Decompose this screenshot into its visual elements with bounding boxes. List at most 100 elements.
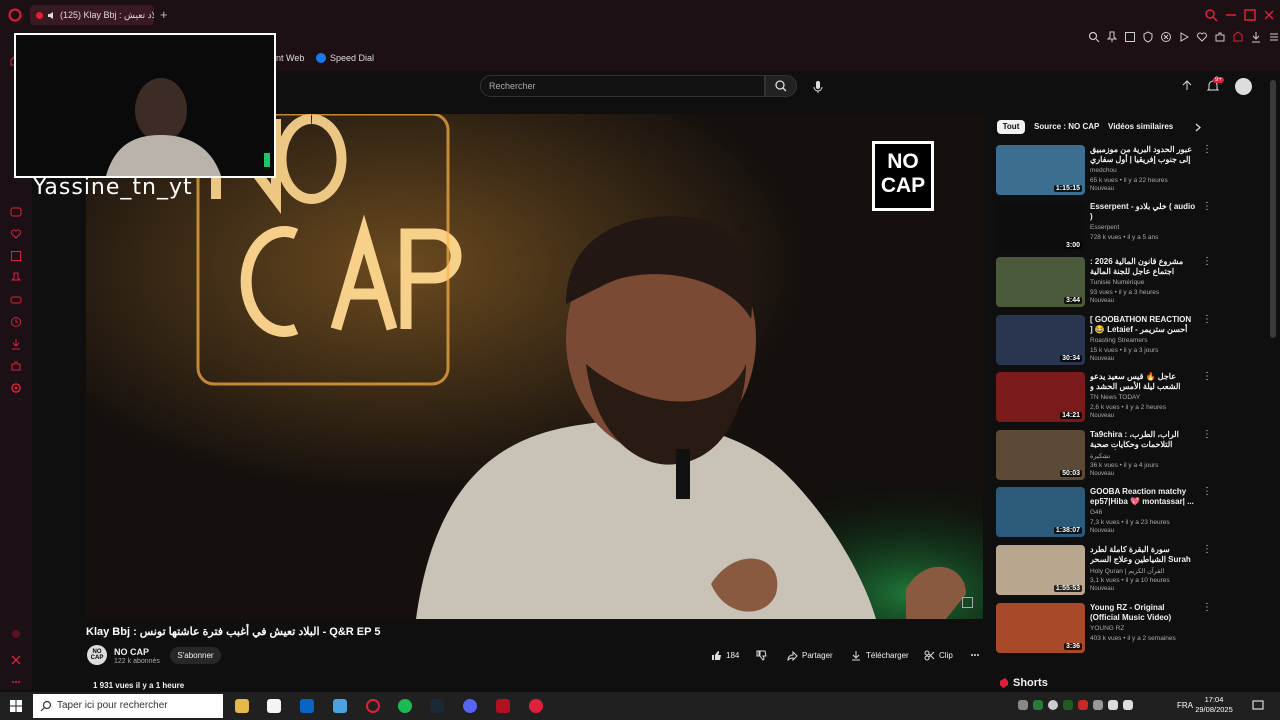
channel-name[interactable]: NO CAP	[114, 647, 149, 657]
more-vertical-icon[interactable]: ⋮	[1202, 202, 1212, 216]
browser-tab[interactable]: (125) Klay Bbj : البلاد تعيش	[30, 5, 154, 25]
opera-taskbar-icon[interactable]	[366, 699, 380, 713]
recommendation-channel[interactable]: medchou	[1090, 167, 1117, 174]
close-circle-icon[interactable]	[1160, 31, 1172, 43]
chip-source[interactable]: Source : NO CAP	[1034, 120, 1099, 134]
play-icon[interactable]	[1178, 31, 1190, 43]
recommendation-channel[interactable]: G46	[1090, 509, 1102, 516]
ms-store-icon[interactable]	[267, 699, 281, 713]
heart-sidebar-icon[interactable]	[10, 228, 22, 240]
settings-icon[interactable]	[10, 382, 22, 394]
language-indicator[interactable]: FRA	[1177, 701, 1193, 710]
video-player[interactable]	[86, 114, 983, 619]
more-vertical-icon[interactable]: ⋮	[1202, 315, 1212, 329]
recommendation-title[interactable]: عبور الحدود البرية من موزمبيق إلى جنوب إ…	[1090, 145, 1196, 165]
recommendation-item[interactable]: 1:38:07 GOOBA Reaction matchy ep57|Hiba 💖…	[996, 487, 1212, 541]
mic-muted-icon[interactable]	[1078, 700, 1088, 710]
recommendation-item[interactable]: 14:21 عاجل 🔥 قيس سعيد يدعو الشعب ليلة الأ…	[996, 372, 1212, 426]
more-sidebar-icon[interactable]	[10, 676, 22, 688]
dislike-button[interactable]	[756, 646, 767, 664]
more-vertical-icon[interactable]: ⋮	[1202, 487, 1212, 501]
recommendation-title[interactable]: Young RZ - Original (Official Music Vide…	[1090, 603, 1196, 623]
recommendation-title[interactable]: عاجل 🔥 قيس سعيد يدعو الشعب ليلة الأمس ال…	[1090, 372, 1196, 392]
tray-icon-a[interactable]	[1018, 700, 1028, 710]
outlook-icon[interactable]	[300, 699, 314, 713]
maximize-icon[interactable]	[1243, 8, 1257, 22]
recommendation-title[interactable]: [ GOOBATHON REACTION ] 😂 Letaief - أحسن …	[1090, 315, 1196, 335]
bookmark-speed-dial[interactable]: Speed Dial	[330, 53, 374, 63]
recommendation-item[interactable]: 1:15:15 عبور الحدود البرية من موزمبيق إلى…	[996, 145, 1212, 199]
scrollbar-thumb[interactable]	[1270, 80, 1276, 338]
video-thumbnail[interactable]: 14:21	[996, 372, 1085, 422]
search-input[interactable]: Rechercher	[480, 75, 765, 97]
taskbar-clock[interactable]: 17:04 29/08/2025	[1192, 695, 1236, 715]
close-icon[interactable]	[1262, 8, 1276, 22]
more-vertical-icon[interactable]: ⋮	[1202, 603, 1212, 617]
menu-icon[interactable]	[1268, 31, 1280, 43]
chevron-right-icon[interactable]	[1194, 123, 1202, 132]
file-explorer-icon[interactable]	[235, 699, 249, 713]
avatar[interactable]	[1235, 78, 1252, 95]
shield-icon[interactable]	[1142, 31, 1154, 43]
new-tab-icon[interactable]: +	[160, 8, 172, 21]
more-vertical-icon[interactable]: ⋮	[1202, 430, 1212, 444]
player-settings-icon[interactable]	[962, 597, 973, 608]
download-sidebar-icon[interactable]	[10, 338, 22, 350]
spotify-icon[interactable]	[398, 699, 412, 713]
discord-icon[interactable]	[463, 699, 477, 713]
download-button[interactable]: Télécharger	[851, 646, 909, 664]
search-tabs-icon[interactable]	[1204, 8, 1218, 22]
subscribe-button[interactable]: S'abonner	[170, 647, 221, 664]
more-vertical-icon[interactable]: ⋮	[1202, 257, 1212, 271]
search-button[interactable]	[765, 75, 797, 97]
opera-logo-icon[interactable]	[8, 8, 22, 22]
recommendation-item[interactable]: 3:36 Young RZ - Original (Official Music …	[996, 603, 1212, 657]
chip-all[interactable]: Tout	[997, 120, 1025, 134]
recommendation-title[interactable]: Ta9chira : الراب، الطرب، التلاحمات وحكاي…	[1090, 430, 1196, 450]
channel-avatar[interactable]: NO CAP	[87, 645, 107, 665]
share-button[interactable]: Partager	[787, 646, 833, 664]
recommendation-item[interactable]: 3:44 مشروع قانون المالية 2026 : اجتماع عا…	[996, 257, 1212, 311]
recommendation-item[interactable]: 30:34 [ GOOBATHON REACTION ] 😂 Letaief - …	[996, 315, 1212, 369]
more-actions-button[interactable]	[970, 646, 980, 664]
minimize-icon[interactable]	[1224, 8, 1238, 22]
bookmark-web[interactable]: ent Web	[271, 53, 304, 63]
recommendation-title[interactable]: GOOBA Reaction matchy ep57|Hiba 💖 montas…	[1090, 487, 1196, 507]
gaming-icon[interactable]	[10, 294, 22, 306]
windows-start-icon[interactable]	[10, 700, 22, 712]
tray-icon-b[interactable]	[1033, 700, 1043, 710]
recommendation-item[interactable]: 1:55:53 سورة البقرة كاملة لطرد الشياطين و…	[996, 545, 1212, 599]
heart-icon[interactable]	[1196, 31, 1208, 43]
zoom-icon[interactable]	[1088, 31, 1100, 43]
messenger-icon[interactable]	[10, 206, 22, 218]
download-icon[interactable]	[1250, 31, 1262, 43]
snapshot-icon[interactable]	[1124, 31, 1136, 43]
tray-icon-d[interactable]	[1063, 700, 1073, 710]
clip-button[interactable]: Clip	[924, 646, 953, 664]
wifi-icon[interactable]	[1108, 700, 1118, 710]
obs-icon[interactable]	[529, 699, 543, 713]
pin-icon[interactable]	[1106, 31, 1118, 43]
recommendation-channel[interactable]: Roasting Streamers	[1090, 337, 1147, 344]
app-icon[interactable]	[333, 699, 347, 713]
video-thumbnail[interactable]: 30:34	[996, 315, 1085, 365]
extensions-sidebar-icon[interactable]	[10, 360, 22, 372]
extensions-icon[interactable]	[1214, 31, 1226, 43]
mic-icon[interactable]	[812, 80, 824, 94]
recommendation-channel[interactable]: Holy Quran | القرآن الكريم	[1090, 567, 1164, 575]
recommendation-channel[interactable]: YOUNG RZ	[1090, 625, 1124, 632]
recommendation-channel[interactable]: Esserpent	[1090, 224, 1119, 231]
more-vertical-icon[interactable]: ⋮	[1202, 545, 1212, 559]
create-icon[interactable]	[1180, 79, 1194, 93]
recommendation-channel[interactable]: TN News TODAY	[1090, 394, 1140, 401]
steam-icon[interactable]	[430, 699, 444, 713]
recommendation-title[interactable]: مشروع قانون المالية 2026 : اجتماع عاجل ل…	[1090, 257, 1196, 277]
recommendation-title[interactable]: سورة البقرة كاملة لطرد الشياطين وعلاج ال…	[1090, 545, 1196, 565]
taskbar-search-input[interactable]: Taper ici pour rechercher	[33, 694, 223, 718]
recommendation-channel[interactable]: تشكيرة	[1090, 452, 1110, 460]
tray-icon-e[interactable]	[1093, 700, 1103, 710]
easy-setup-icon[interactable]	[1232, 31, 1244, 43]
recommendation-item[interactable]: 50:03 Ta9chira : الراب، الطرب، التلاحمات …	[996, 430, 1212, 484]
notification-center-icon[interactable]	[1252, 700, 1264, 712]
video-thumbnail[interactable]: 50:03	[996, 430, 1085, 480]
